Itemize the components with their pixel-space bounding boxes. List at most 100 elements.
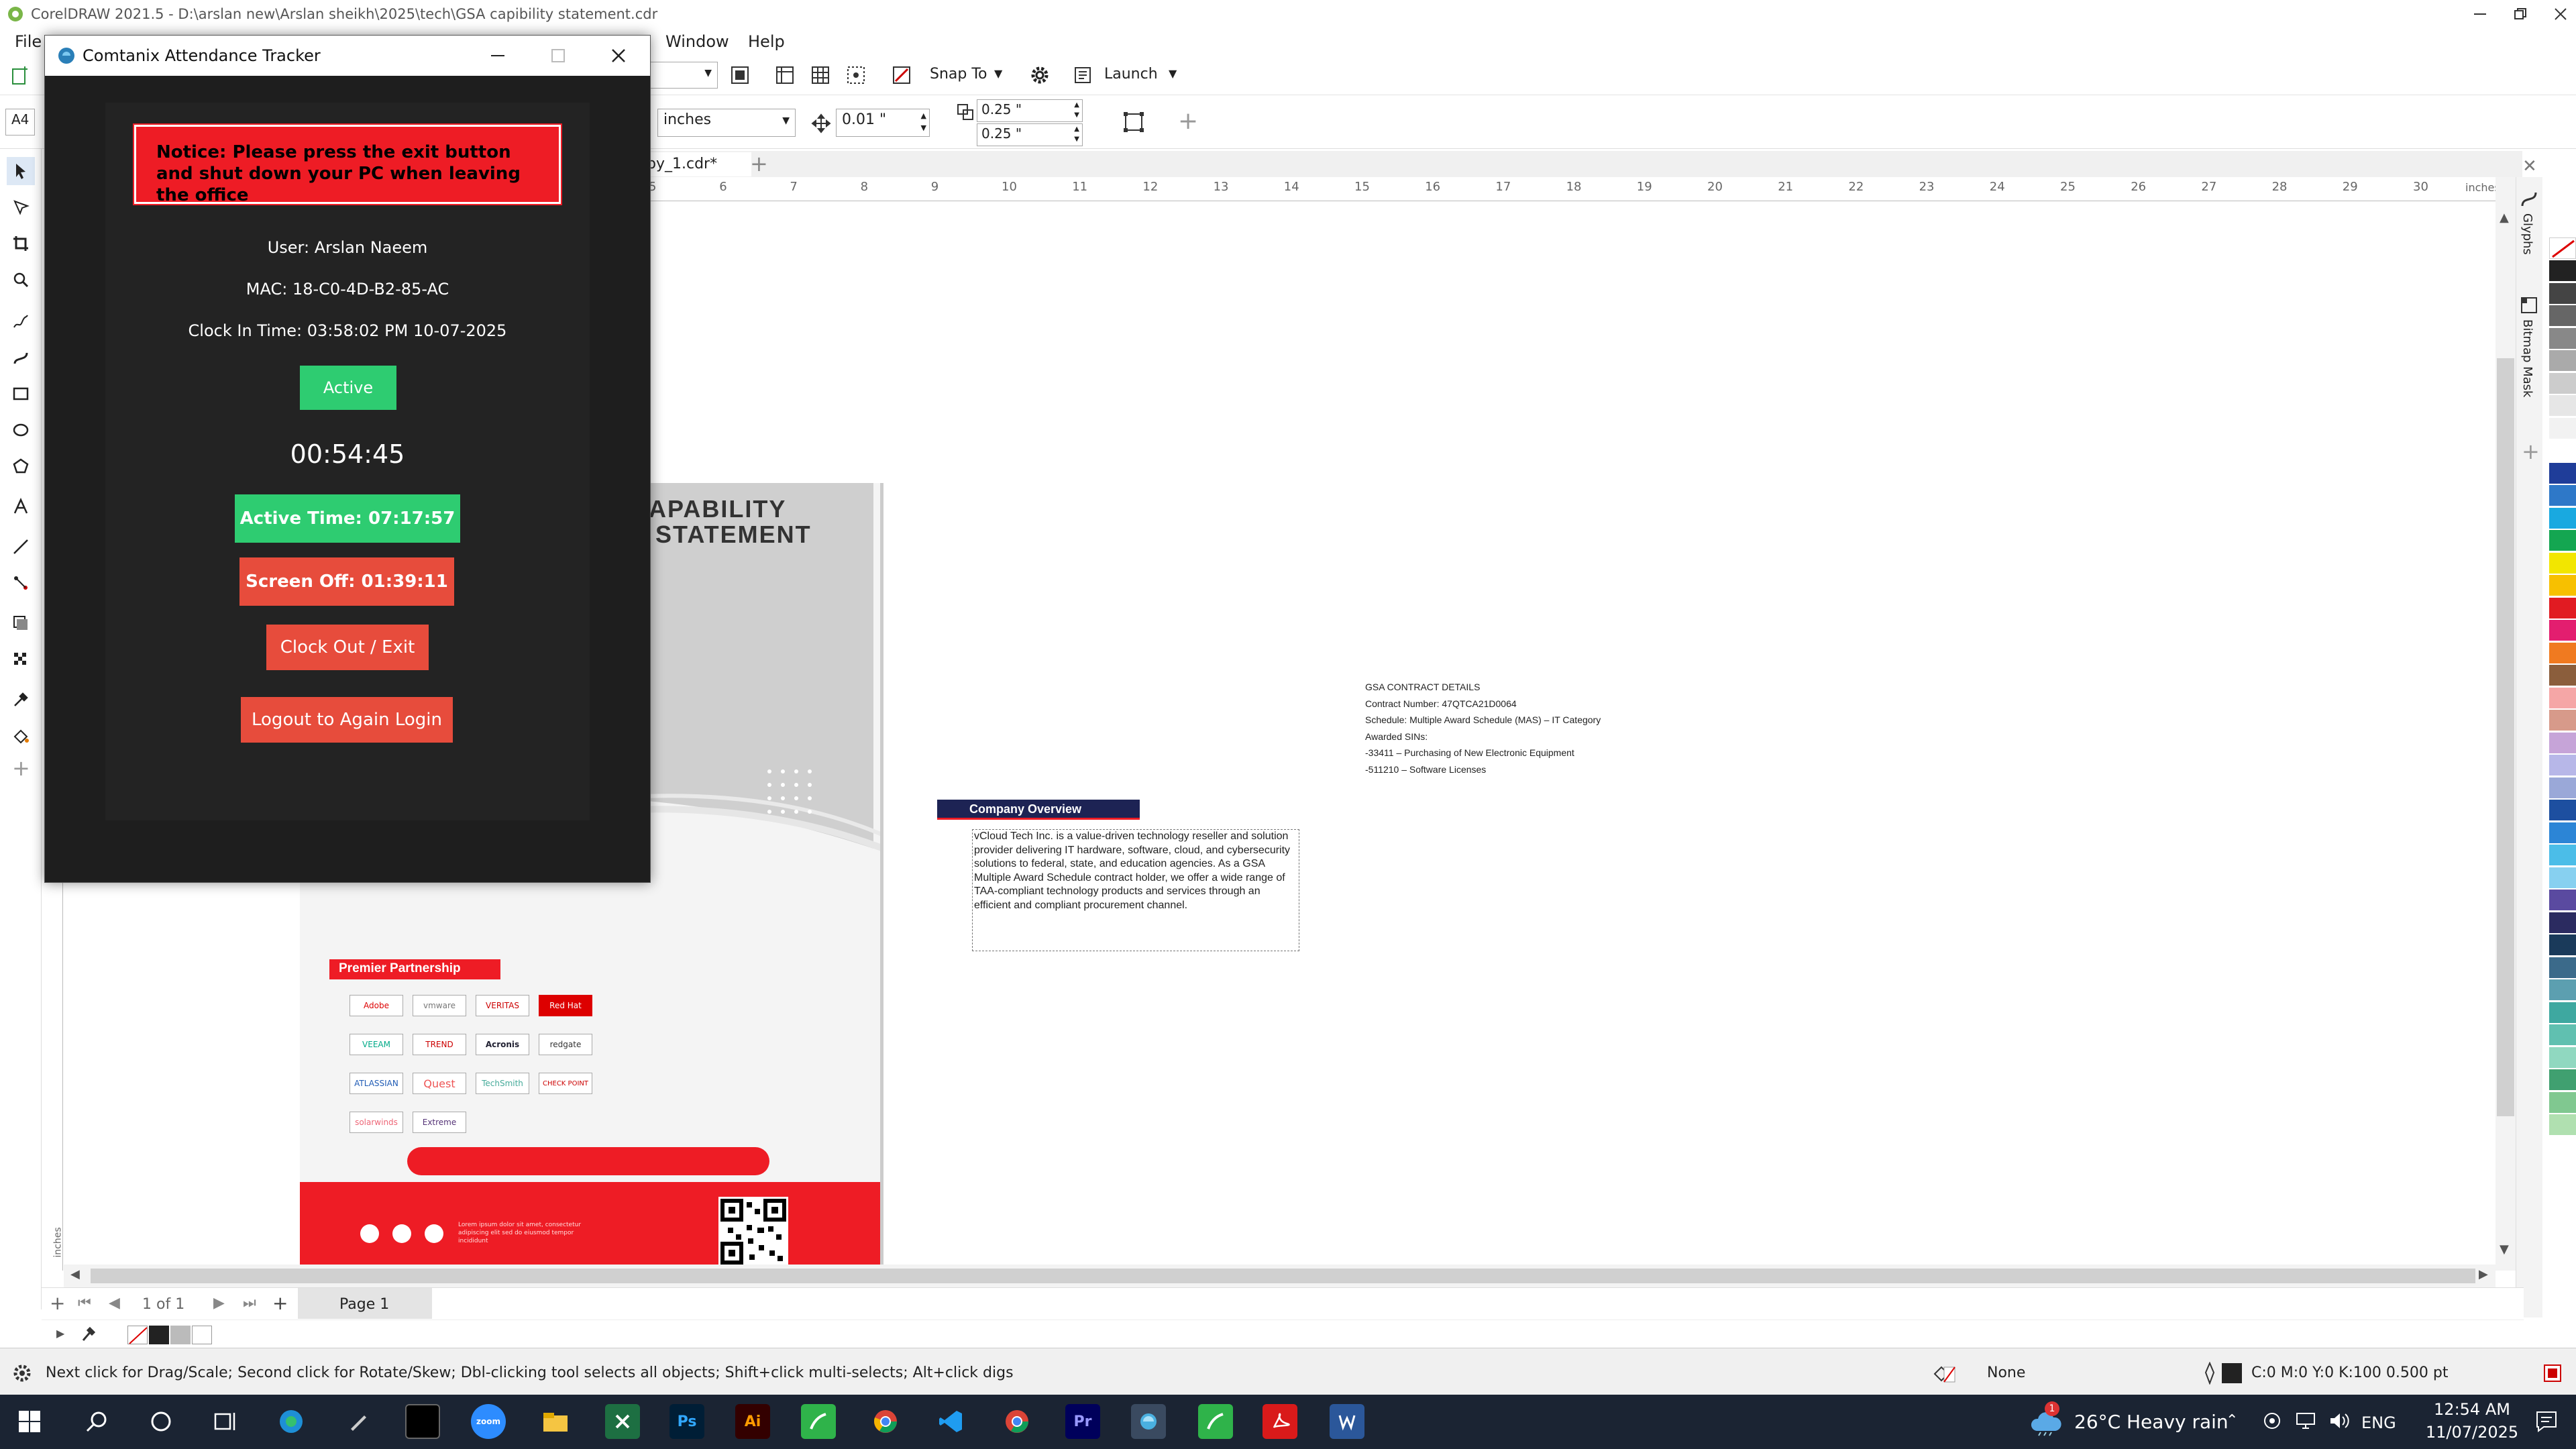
illustrator-icon[interactable]: Ai (735, 1404, 770, 1439)
first-page-icon[interactable]: ⏮ (78, 1295, 91, 1311)
next-page-icon[interactable]: ▶ (213, 1295, 225, 1311)
palette-swatch[interactable] (2549, 327, 2576, 350)
show-grid-icon[interactable] (807, 62, 834, 89)
clock-out-exit-button[interactable]: Clock Out / Exit (266, 625, 429, 670)
palette-swatch[interactable] (2549, 350, 2576, 372)
menu-file[interactable]: File (15, 32, 42, 51)
volume-icon[interactable] (2328, 1411, 2351, 1431)
palette-swatch[interactable] (2549, 979, 2576, 1001)
black-doc-swatch[interactable] (149, 1326, 169, 1344)
rectangle-tool-icon[interactable] (7, 380, 35, 408)
gsa-contract-details[interactable]: GSA CONTRACT DETAILS Contract Number: 47… (1365, 679, 1601, 777)
word-icon[interactable] (1330, 1404, 1364, 1439)
crop-tool-icon[interactable] (7, 229, 35, 258)
palette-swatch[interactable] (2549, 710, 2576, 731)
search-icon[interactable] (79, 1404, 114, 1439)
glyphs-icon[interactable] (2519, 189, 2539, 209)
show-rulers-icon[interactable] (771, 62, 798, 89)
menu-help[interactable]: Help (748, 32, 785, 51)
palette-swatch[interactable] (2549, 822, 2576, 844)
new-document-icon[interactable] (7, 62, 34, 89)
excel-icon[interactable] (605, 1404, 640, 1439)
palette-swatch[interactable] (2549, 665, 2576, 686)
palette-swatch[interactable] (2549, 1024, 2576, 1046)
palette-swatch[interactable] (2549, 507, 2576, 529)
palette-swatch[interactable] (2549, 620, 2576, 641)
parallel-dimension-tool-icon[interactable] (7, 533, 35, 561)
fill-indicator-icon[interactable] (1932, 1362, 1956, 1385)
cortana-icon[interactable] (144, 1404, 178, 1439)
palette-swatch[interactable] (2549, 687, 2576, 709)
palette-swatch[interactable] (2549, 890, 2576, 911)
show-hidden-icons-icon[interactable]: ⌃ (2226, 1412, 2238, 1429)
palette-swatch[interactable] (2549, 845, 2576, 866)
vertical-scroll-thumb[interactable] (2497, 358, 2514, 1116)
status-settings-gear-icon[interactable] (12, 1363, 32, 1383)
palette-swatch[interactable] (2549, 597, 2576, 619)
minimize-button[interactable] (2469, 4, 2491, 24)
ellipse-tool-icon[interactable] (7, 416, 35, 444)
coreldraw-taskbar-icon[interactable] (801, 1404, 836, 1439)
bitmap-mask-icon[interactable] (2519, 295, 2539, 315)
palette-swatch[interactable] (2549, 934, 2576, 956)
clock-date[interactable]: 11/07/2025 (2422, 1423, 2522, 1442)
terminal-icon[interactable] (405, 1404, 440, 1439)
network-icon[interactable] (2294, 1411, 2317, 1431)
palette-swatch[interactable] (2549, 777, 2576, 799)
add-tool-plus-icon[interactable]: + (12, 755, 30, 781)
launch-icon[interactable] (1069, 62, 1096, 89)
premiere-icon[interactable]: Pr (1065, 1404, 1100, 1439)
coreldraw-second-icon[interactable] (1198, 1404, 1233, 1439)
company-overview-title[interactable]: Company Overview (937, 800, 1140, 820)
tracker-close-button[interactable] (602, 42, 635, 69)
palette-swatch[interactable] (2549, 282, 2576, 305)
palette-swatch[interactable] (2549, 912, 2576, 934)
pick-tool-icon[interactable] (7, 157, 35, 185)
launch-chevron-icon[interactable]: ▼ (1169, 67, 1177, 80)
close-button[interactable] (2549, 4, 2572, 24)
palette-swatch[interactable] (2549, 485, 2576, 506)
snap-to-dropdown[interactable]: Snap To (930, 66, 987, 83)
gray-doc-swatch[interactable] (170, 1326, 191, 1344)
transparency-tool-icon[interactable] (7, 645, 35, 674)
language-indicator[interactable]: ENG (2361, 1413, 2396, 1432)
palette-swatch[interactable] (2549, 1069, 2576, 1091)
artistic-media-tool-icon[interactable] (7, 343, 35, 372)
add-toolbar-plus-icon[interactable]: + (1178, 107, 1198, 135)
vscode-icon[interactable] (934, 1404, 969, 1439)
palette-swatch[interactable] (2549, 462, 2576, 484)
nudge-distance-field[interactable]: 0.01 " ▲ ▼ (836, 109, 930, 137)
eyedropper-tool-icon[interactable] (7, 686, 35, 714)
zoom-app-icon[interactable]: zoom (471, 1404, 506, 1439)
expand-palette-icon[interactable]: ▶ (56, 1327, 64, 1340)
color-styles-icon[interactable] (2542, 1363, 2563, 1383)
chrome-profile-icon[interactable] (1000, 1404, 1034, 1439)
treat-as-filled-icon[interactable] (1120, 109, 1147, 136)
palette-swatch[interactable] (2549, 1046, 2576, 1069)
active-app-icon[interactable] (1131, 1404, 1166, 1439)
scroll-left-icon[interactable]: ◀ (70, 1267, 80, 1281)
vertical-scrollbar[interactable]: ▲ ▼ (2496, 177, 2516, 1271)
snap-off-icon[interactable] (888, 62, 915, 89)
show-guidelines-icon[interactable] (843, 62, 869, 89)
palette-swatch[interactable] (2549, 552, 2576, 574)
snap-to-chevron-icon[interactable]: ▼ (994, 67, 1002, 80)
file-explorer-icon[interactable] (538, 1404, 573, 1439)
connector-tool-icon[interactable] (7, 569, 35, 597)
zoom-tool-icon[interactable] (7, 266, 35, 294)
palette-swatch[interactable] (2549, 732, 2576, 754)
clock-time[interactable]: 12:54 AM (2434, 1400, 2510, 1419)
palette-swatch[interactable] (2549, 260, 2576, 282)
palette-swatch[interactable] (2549, 1114, 2576, 1136)
palette-swatch[interactable] (2549, 1091, 2576, 1114)
duplicate-y-field[interactable]: 0.25 " ▲ ▼ (977, 123, 1083, 146)
horizontal-scrollbar[interactable]: ◀ ▶ (64, 1265, 2496, 1287)
palette-swatch[interactable] (2549, 800, 2576, 821)
palette-swatch[interactable] (2549, 867, 2576, 889)
launch-dropdown[interactable]: Launch (1104, 66, 1158, 83)
scroll-up-icon[interactable]: ▲ (2500, 211, 2509, 225)
page-size-field[interactable]: A4 (5, 109, 35, 136)
bitmap-mask-tab[interactable]: Bitmap Mask (2520, 319, 2534, 397)
document-tab[interactable]: py_1.cdr* (644, 152, 751, 176)
close-document-icon[interactable]: ✕ (2522, 156, 2537, 176)
